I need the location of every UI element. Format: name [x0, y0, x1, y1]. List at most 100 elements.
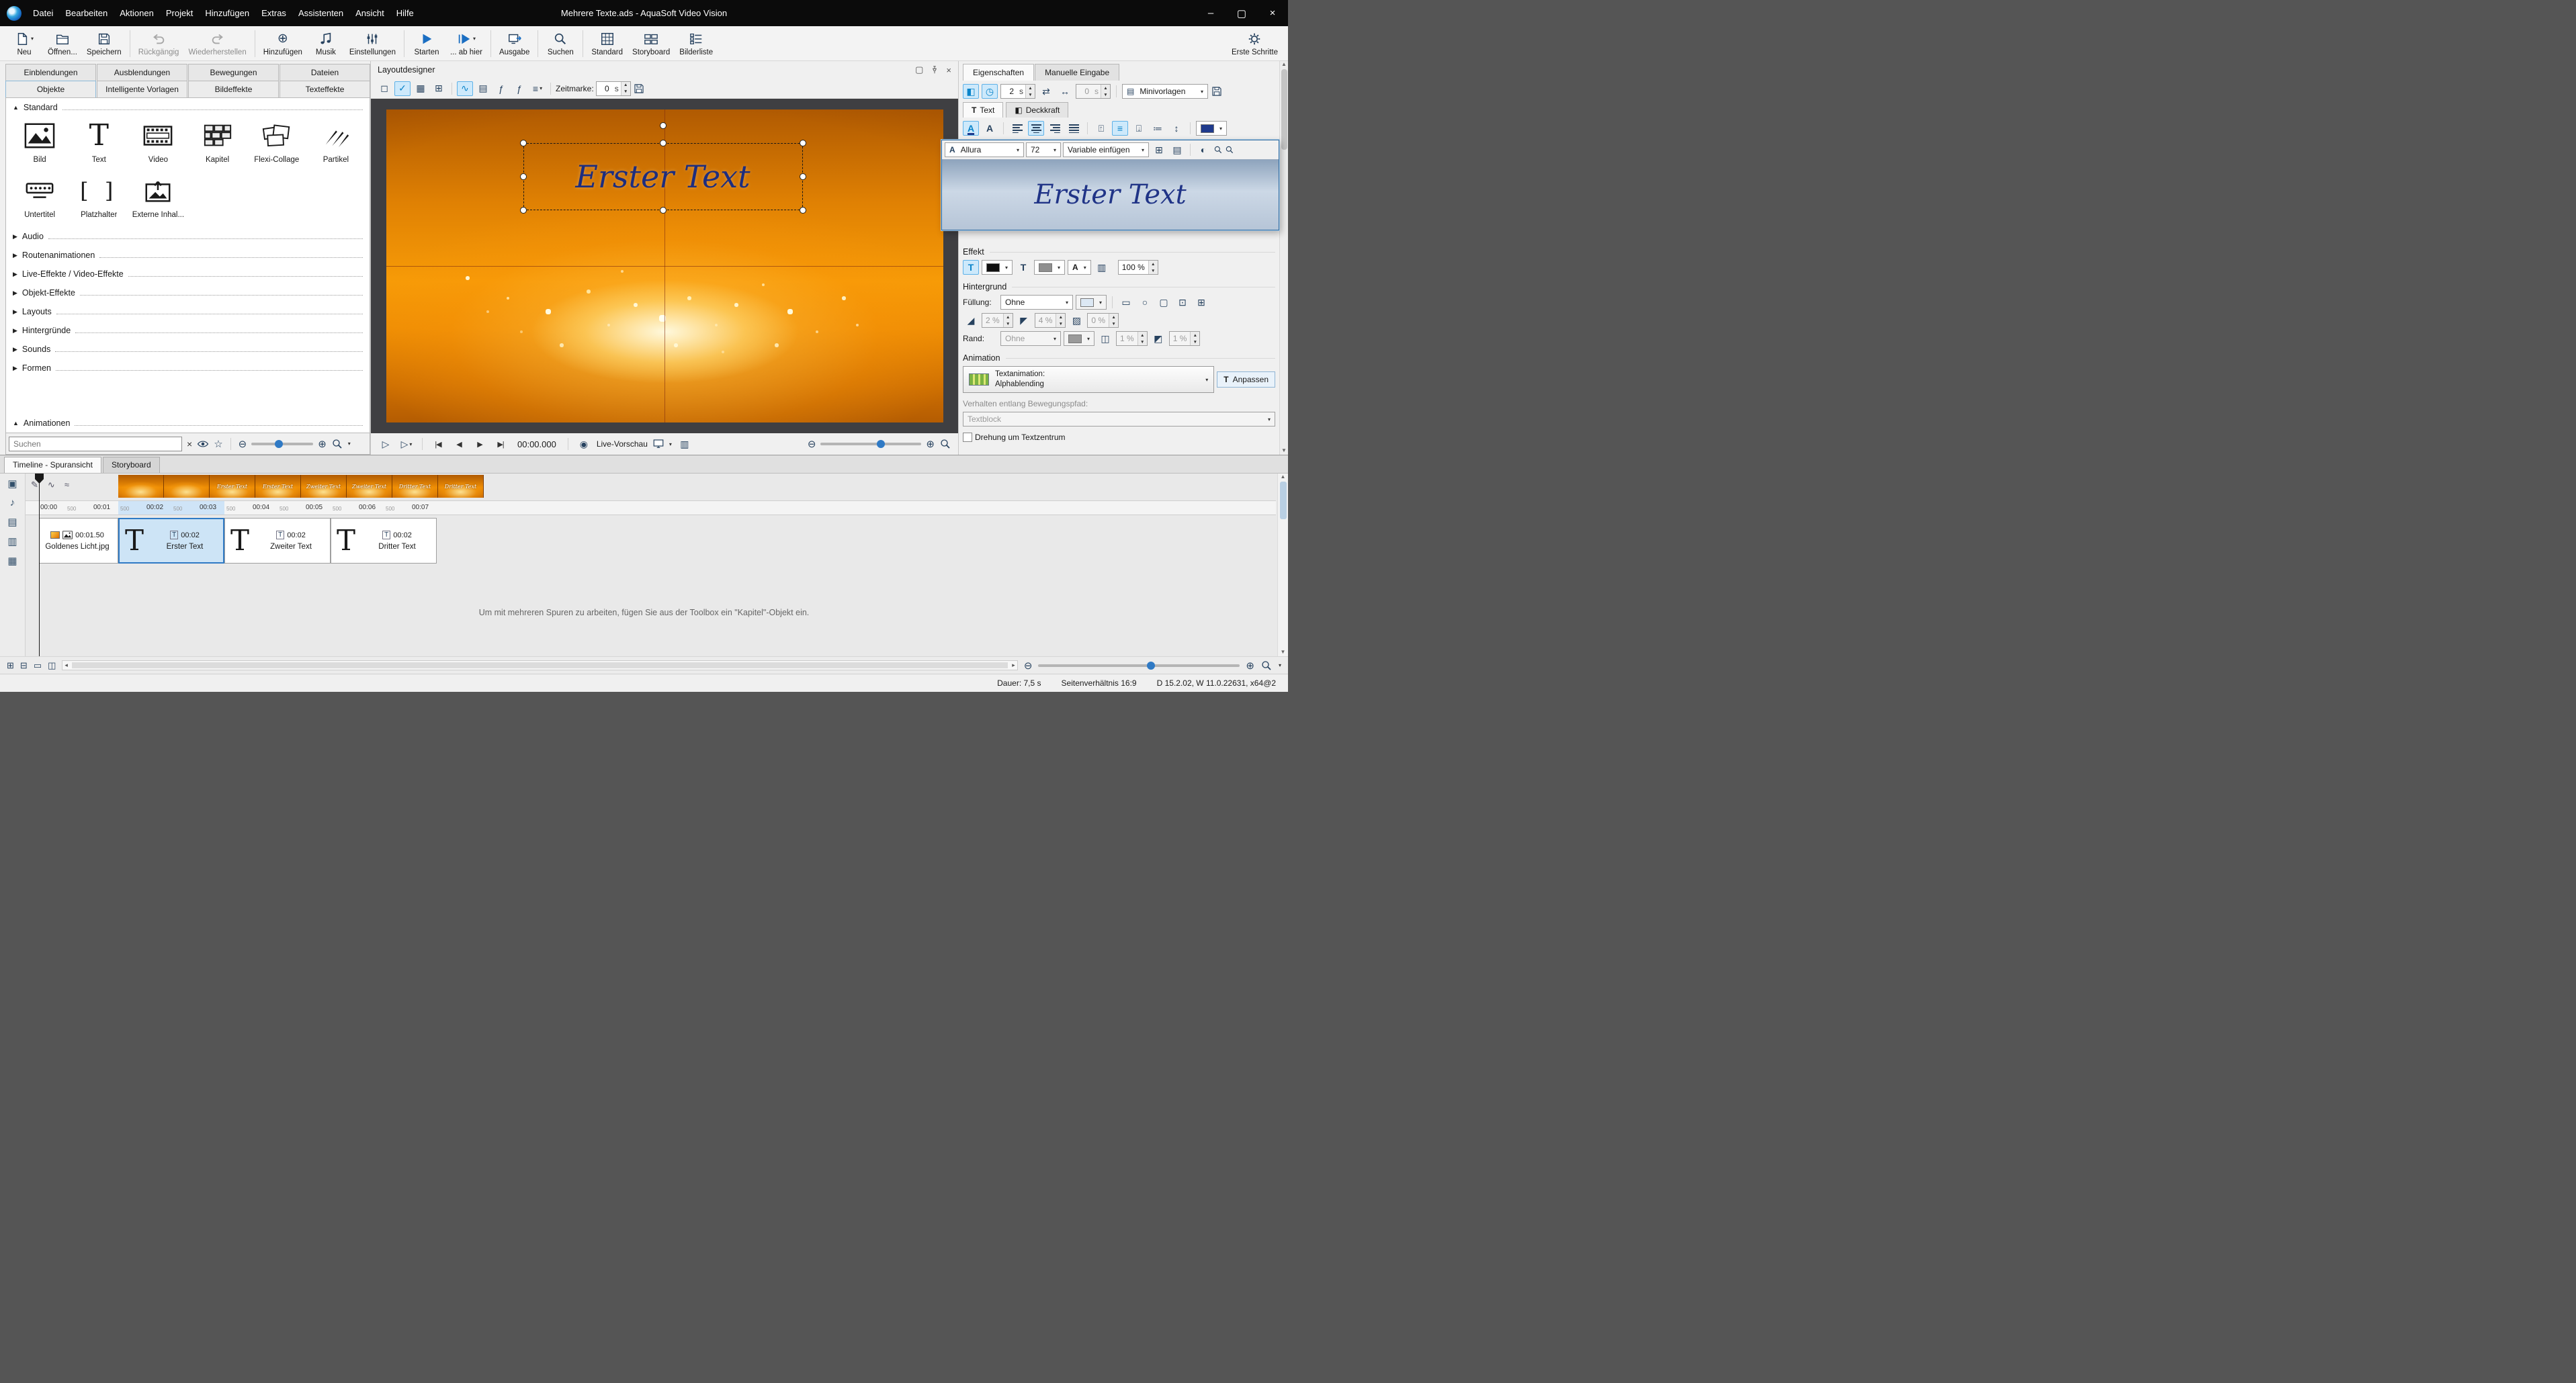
outline-color-dropdown[interactable]: [1034, 260, 1065, 275]
view-options-icon[interactable]: [529, 81, 546, 96]
slider-knob[interactable]: [275, 440, 283, 448]
section-layouts[interactable]: Layouts: [6, 302, 370, 321]
open-button[interactable]: Öffnen...: [43, 28, 82, 60]
char-table-icon[interactable]: [1151, 142, 1167, 157]
object-partikel[interactable]: Partikel: [306, 120, 366, 164]
tab-deckkraft[interactable]: Deckkraft: [1006, 102, 1068, 118]
radius-spinner[interactable]: 2 %: [982, 313, 1013, 328]
menu-hinzufuegen[interactable]: Hinzufügen: [199, 5, 255, 21]
pin-icon[interactable]: [930, 65, 939, 75]
search-input[interactable]: [9, 437, 182, 451]
settings-button[interactable]: Einstellungen: [345, 28, 400, 60]
valign-bottom-icon[interactable]: [1131, 121, 1147, 136]
play-from-timemark-icon[interactable]: [398, 437, 415, 451]
menu-hilfe[interactable]: Hilfe: [390, 5, 420, 21]
texture-icon[interactable]: [1094, 260, 1110, 275]
object-flexi-collage[interactable]: Flexi-Collage: [247, 120, 306, 164]
tab-text[interactable]: TText: [963, 102, 1003, 118]
fill-color-dropdown[interactable]: [1076, 295, 1107, 310]
align-left-icon[interactable]: [1009, 121, 1025, 136]
scroll-left-icon[interactable]: [62, 662, 70, 669]
chevron-down-icon[interactable]: [1279, 662, 1281, 668]
zoom-in-icon[interactable]: [926, 438, 935, 450]
tab-bewegungen[interactable]: Bewegungen: [188, 64, 279, 81]
section-sounds[interactable]: Sounds: [6, 340, 370, 359]
edit-object-icon[interactable]: [7, 478, 17, 490]
film-thumbnail[interactable]: Zweiter Text: [347, 475, 392, 498]
menu-aktionen[interactable]: Aktionen: [114, 5, 160, 21]
play-preview-icon[interactable]: [378, 437, 394, 451]
save-button[interactable]: Speichern: [82, 28, 126, 60]
frame-view-icon[interactable]: [34, 660, 42, 671]
text-animation-dropdown[interactable]: Textanimation: Alphablending: [963, 366, 1214, 393]
layout-storyboard-button[interactable]: Storyboard: [628, 28, 675, 60]
opacity-spinner[interactable]: 100 %: [1118, 260, 1158, 275]
slider-knob[interactable]: [877, 440, 885, 448]
resize-handle[interactable]: [800, 173, 806, 180]
tab-dateien[interactable]: Dateien: [280, 64, 370, 81]
text-effect-toggle-icon[interactable]: T: [963, 260, 979, 275]
smart-guides-icon[interactable]: [394, 81, 411, 96]
timeline-item-goldenes-licht[interactable]: 00:01.50 Goldenes Licht.jpg: [39, 518, 118, 564]
output-button[interactable]: Ausgabe: [495, 28, 534, 60]
canvas-text-object[interactable]: Erster Text: [575, 159, 750, 195]
motion-path-icon[interactable]: [457, 81, 473, 96]
maximize-button[interactable]: [1226, 0, 1257, 26]
magnifier-icon[interactable]: [1260, 660, 1273, 672]
tab-bildeffekte[interactable]: Bildeffekte: [188, 81, 279, 97]
timeline-item-zweiter-text[interactable]: T T00:02 Zweiter Text: [224, 518, 331, 564]
layers-icon[interactable]: [7, 516, 17, 528]
font-style-icon[interactable]: A: [982, 121, 998, 136]
scroll-down-icon[interactable]: [1281, 649, 1286, 655]
resize-handle[interactable]: [520, 140, 527, 146]
object-bild[interactable]: Bild: [10, 120, 69, 164]
wave-icon[interactable]: [48, 480, 55, 490]
align-right-icon[interactable]: [1047, 121, 1063, 136]
object-kapitel[interactable]: Kapitel: [187, 120, 247, 164]
zoom-out-icon[interactable]: [808, 438, 816, 450]
film-thumbnail[interactable]: [164, 475, 210, 498]
duration-clock-icon[interactable]: [982, 84, 998, 99]
object-platzhalter[interactable]: [ ]Platzhalter: [69, 175, 128, 219]
resize-handle[interactable]: [660, 140, 667, 146]
canvas-zoom-slider[interactable]: [820, 443, 921, 445]
menu-bearbeiten[interactable]: Bearbeiten: [59, 5, 114, 21]
snap-grid-icon[interactable]: [431, 81, 447, 96]
chevron-down-icon[interactable]: [348, 441, 351, 447]
tab-storyboard[interactable]: Storyboard: [103, 457, 160, 473]
float-panel-icon[interactable]: [915, 64, 923, 75]
search-button[interactable]: Suchen: [542, 28, 579, 60]
rotation-checkbox[interactable]: [963, 433, 972, 442]
step-forward-icon[interactable]: [472, 437, 488, 451]
zoom-in-magnifier-icon[interactable]: [1213, 145, 1223, 154]
copy-style-icon[interactable]: [1174, 295, 1191, 310]
zoom-out-magnifier-icon[interactable]: [1225, 145, 1234, 154]
close-button[interactable]: [1257, 0, 1288, 26]
font-presets-dropdown[interactable]: A: [1068, 260, 1091, 275]
tab-einblendungen[interactable]: Einblendungen: [5, 64, 96, 81]
scroll-down-icon[interactable]: [1281, 447, 1287, 453]
film-thumbnail[interactable]: Dritter Text: [392, 475, 438, 498]
paragraph-icon[interactable]: [1169, 142, 1185, 157]
close-panel-icon[interactable]: [946, 65, 951, 75]
border-width-icon[interactable]: [1097, 331, 1113, 346]
resize-handle[interactable]: [660, 207, 667, 214]
timeline-vertical-scrollbar[interactable]: [1277, 474, 1288, 656]
effect-color-dropdown[interactable]: [982, 260, 1013, 275]
save-template-icon[interactable]: [1211, 85, 1223, 97]
font-color-icon[interactable]: A: [963, 121, 979, 136]
object-video[interactable]: Video: [128, 120, 187, 164]
music-button[interactable]: Musik: [307, 28, 345, 60]
split-view-icon[interactable]: [677, 437, 693, 451]
snapshot-icon[interactable]: [48, 660, 56, 671]
preview-filmstrip[interactable]: Erster Text Erster Text Zweiter Text Zwe…: [118, 475, 484, 498]
magnifier-icon[interactable]: [939, 438, 951, 450]
paste-style-icon[interactable]: [1193, 295, 1209, 310]
border-offset-spinner[interactable]: 1 %: [1169, 331, 1201, 346]
film-thumbnail[interactable]: Erster Text: [255, 475, 301, 498]
text-editor-preview[interactable]: Erster Text: [942, 159, 1279, 230]
section-hintergruende[interactable]: Hintergründe: [6, 321, 370, 340]
tab-ausblendungen[interactable]: Ausblendungen: [97, 64, 187, 81]
play-from-here-button[interactable]: ... ab hier: [445, 28, 487, 60]
border-offset-icon[interactable]: [1150, 331, 1166, 346]
